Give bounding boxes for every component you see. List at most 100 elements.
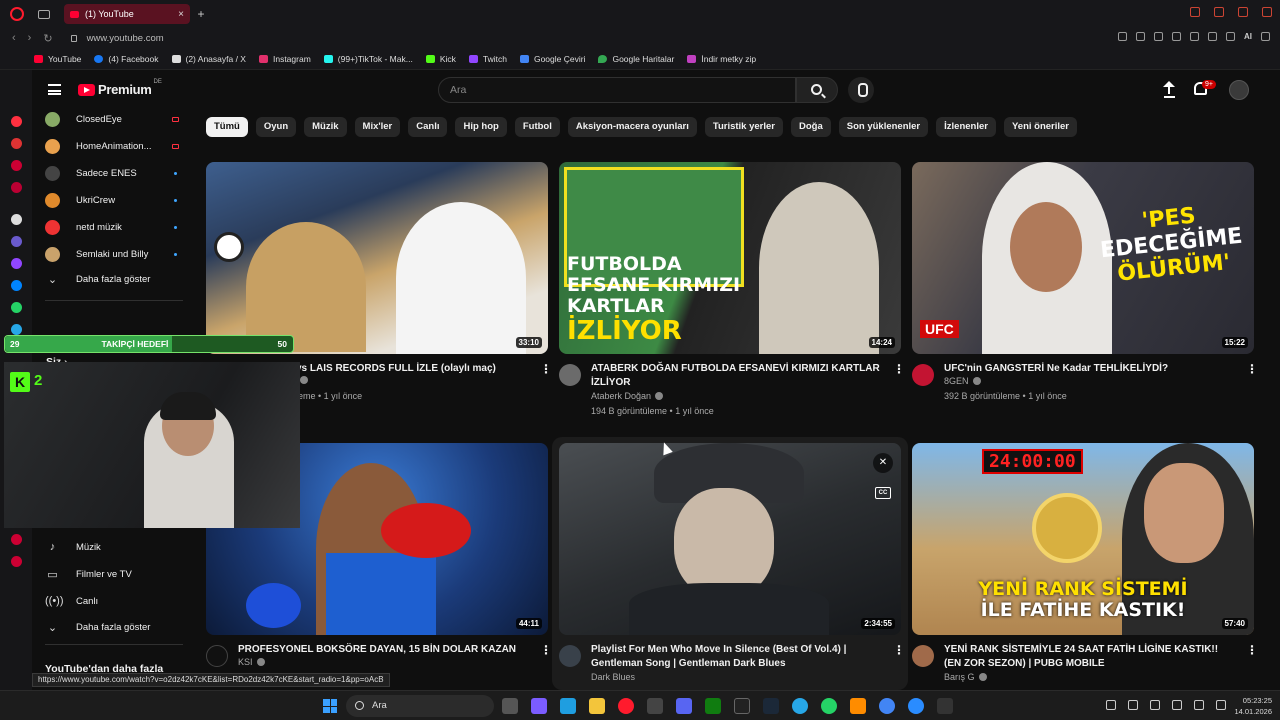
telegram-icon[interactable] xyxy=(11,324,22,335)
speed-dial-icon[interactable] xyxy=(11,116,22,127)
ai-button[interactable]: AI xyxy=(1244,32,1252,41)
bookmark-twitch[interactable]: Twitch xyxy=(468,54,507,64)
heart-icon[interactable] xyxy=(1190,32,1199,41)
guide-menu-icon[interactable] xyxy=(48,84,61,95)
explore-movies[interactable]: ▭ Filmler ve TV xyxy=(45,563,185,585)
telegram-icon[interactable] xyxy=(792,698,808,714)
settings-icon[interactable] xyxy=(11,556,22,567)
app-icon[interactable] xyxy=(908,698,924,714)
minimize-icon[interactable] xyxy=(1214,7,1224,17)
aria-icon[interactable] xyxy=(11,160,22,171)
chip-hiphop[interactable]: Hip hop xyxy=(455,117,507,137)
voice-search-button[interactable] xyxy=(848,77,874,103)
video-channel[interactable]: KSI xyxy=(238,657,265,667)
steam-icon[interactable] xyxy=(763,698,779,714)
url-field[interactable]: www.youtube.com xyxy=(70,33,164,44)
discord-icon[interactable] xyxy=(676,698,692,714)
more-actions-icon[interactable] xyxy=(893,643,905,657)
video-preview[interactable]: ✕ CC 2:34:55 xyxy=(559,443,901,635)
channel-avatar[interactable] xyxy=(559,645,581,667)
app-icon[interactable] xyxy=(11,236,22,247)
subscription-item[interactable]: UkriCrew xyxy=(45,189,185,211)
windows-start-icon[interactable] xyxy=(323,699,337,713)
tab-close-icon[interactable]: × xyxy=(178,9,184,20)
extensions-icon[interactable] xyxy=(1154,32,1163,41)
lock-icon[interactable] xyxy=(70,34,77,42)
app-icon[interactable] xyxy=(850,698,866,714)
video-card[interactable]: FUTBOLDA EFSANE KIRMIZI KARTLAR İZLİYOR … xyxy=(559,162,905,416)
back-icon[interactable]: ‹ xyxy=(12,32,16,44)
chip-new-to-you[interactable]: Yeni öneriler xyxy=(1003,117,1077,137)
video-channel[interactable]: Dark Blues xyxy=(591,672,635,682)
tray-overflow-icon[interactable] xyxy=(1106,700,1116,710)
taskbar-clock[interactable]: 05:23:25 14.01.2026 xyxy=(1226,695,1272,717)
chip-action-adventure[interactable]: Aksiyon-macera oyunları xyxy=(567,117,697,137)
video-title[interactable]: YENİ RANK SİSTEMİYLE 24 SAAT FATİH LİGİN… xyxy=(944,643,1234,671)
video-title[interactable]: vs LAIS RECORDS FULL İZLE (olaylı maç) xyxy=(296,362,526,376)
chip-music[interactable]: Müzik xyxy=(304,117,347,137)
chip-live[interactable]: Canlı xyxy=(408,117,448,137)
chip-nature[interactable]: Doğa xyxy=(791,117,831,137)
bookmark-youtube[interactable]: YouTube xyxy=(34,54,81,64)
tab-snap-icon[interactable] xyxy=(38,9,50,19)
tray-app-icon[interactable] xyxy=(1128,700,1138,710)
snapshot-icon[interactable] xyxy=(1136,32,1145,41)
forward-icon[interactable]: › xyxy=(28,32,32,44)
file-explorer-icon[interactable] xyxy=(589,698,605,714)
maximize-icon[interactable] xyxy=(1238,7,1248,17)
bookmark-tiktok[interactable]: (99+)TikTok - Mak... xyxy=(323,54,413,64)
twitch-sidebar-icon[interactable] xyxy=(11,258,22,269)
network-icon[interactable] xyxy=(1194,700,1204,710)
mute-icon[interactable]: ✕ xyxy=(873,453,893,473)
opera-gx-icon[interactable] xyxy=(618,698,634,714)
more-actions-icon[interactable] xyxy=(1246,362,1258,376)
chatgpt-icon[interactable] xyxy=(11,214,22,225)
show-more-subscriptions[interactable]: ⌄ Daha fazla göster xyxy=(45,268,185,290)
microphone-icon[interactable] xyxy=(1172,700,1182,710)
explore-music[interactable]: ♪ Müzik xyxy=(45,536,185,558)
subscription-item[interactable]: HomeAnimation... xyxy=(45,135,185,157)
chip-watched[interactable]: İzlenenler xyxy=(936,117,996,137)
volume-icon[interactable] xyxy=(1216,700,1226,710)
search-input[interactable]: Ara xyxy=(438,77,796,103)
opera-logo-icon[interactable] xyxy=(10,7,24,21)
edge-icon[interactable] xyxy=(560,698,576,714)
channel-avatar[interactable] xyxy=(912,364,934,386)
subscription-item[interactable]: ClosedEye xyxy=(45,108,185,130)
player-icon[interactable] xyxy=(1172,32,1181,41)
tab-youtube[interactable]: (1) YouTube × xyxy=(64,4,190,24)
history-icon[interactable] xyxy=(11,534,22,545)
player-sidebar-icon[interactable] xyxy=(11,182,22,193)
channel-avatar[interactable] xyxy=(912,645,934,667)
video-channel[interactable]: Barış G xyxy=(944,672,987,682)
more-actions-icon[interactable] xyxy=(893,362,905,376)
channel-avatar[interactable] xyxy=(559,364,581,386)
chip-recently-uploaded[interactable]: Son yüklenenler xyxy=(838,117,929,137)
epic-games-icon[interactable] xyxy=(734,698,750,714)
chip-tourist[interactable]: Turistik yerler xyxy=(704,117,783,137)
bookmark-facebook[interactable]: (4) Facebook xyxy=(94,54,159,64)
chip-games[interactable]: Oyun xyxy=(255,117,297,137)
reload-icon[interactable]: ↻ xyxy=(43,32,52,45)
video-card[interactable]: 24:00:00 YENİ RANK SİSTEMİ İLE FATİHE KA… xyxy=(912,443,1258,695)
more-actions-icon[interactable] xyxy=(1246,643,1258,657)
video-card-hovered[interactable]: ✕ CC 2:34:55 Playlist For Men Who Move I… xyxy=(552,437,908,690)
chip-all[interactable]: Tümü xyxy=(206,117,248,137)
explore-live[interactable]: ((•)) Canlı xyxy=(45,590,185,612)
search-button[interactable] xyxy=(796,77,838,103)
wallet-icon[interactable] xyxy=(1208,32,1217,41)
bookmarks-icon[interactable] xyxy=(11,138,22,149)
bookmark-google-maps[interactable]: Google Haritalar xyxy=(598,54,674,64)
new-tab-button[interactable]: + xyxy=(194,7,208,21)
bookmark-instagram[interactable]: Instagram xyxy=(258,54,311,64)
chip-football[interactable]: Futbol xyxy=(514,117,560,137)
video-thumbnail[interactable]: 33:10 xyxy=(206,162,548,354)
subscription-item[interactable]: Semlaki und Billy xyxy=(45,243,185,265)
bookmark-download[interactable]: İndir metky zip xyxy=(687,54,756,64)
menu-icon[interactable] xyxy=(1261,32,1270,41)
store-icon[interactable] xyxy=(647,698,663,714)
video-channel[interactable]: Ataberk Doğan xyxy=(591,391,664,401)
messenger-icon[interactable] xyxy=(11,280,22,291)
subscription-item[interactable]: Sadece ENES xyxy=(45,162,185,184)
more-actions-icon[interactable] xyxy=(540,362,552,376)
